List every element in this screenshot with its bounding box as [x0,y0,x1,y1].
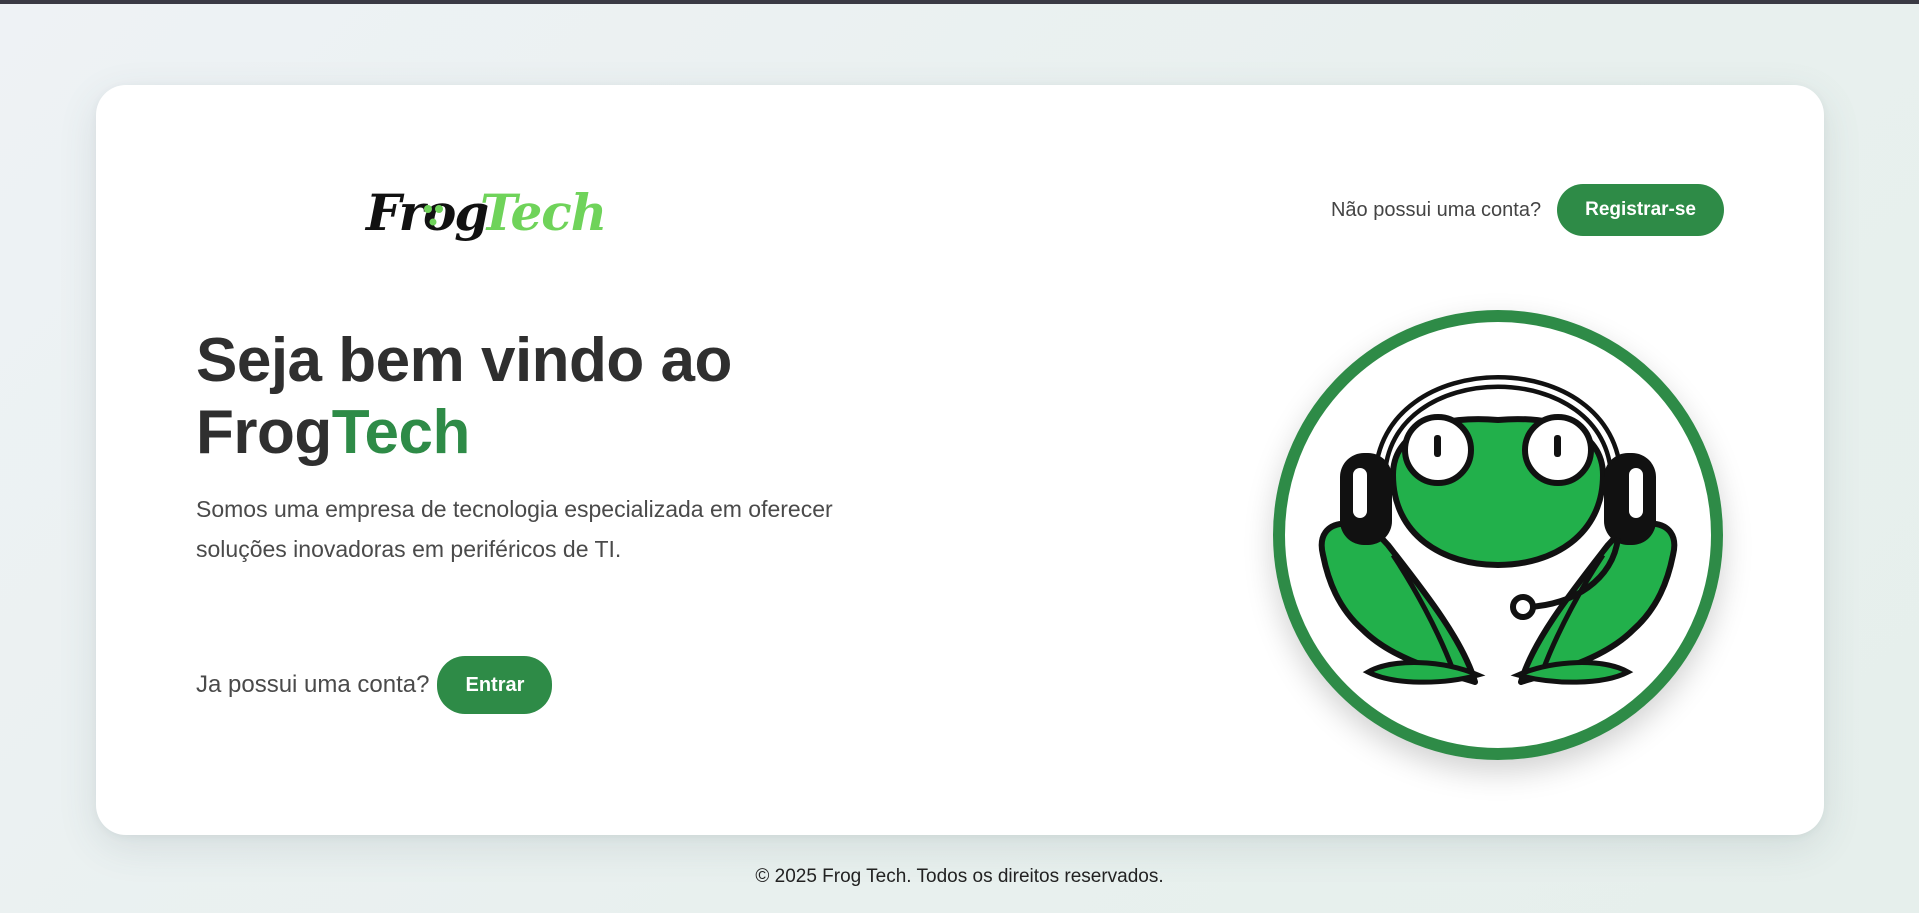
welcome-card: Frog Tech Não possui uma conta? Registra… [96,85,1824,835]
login-button[interactable]: Entrar [437,656,553,714]
frogtech-logo[interactable]: Frog Tech [336,175,636,245]
register-prompt: Não possui uma conta? [1330,198,1542,221]
logo-text-tech: Tech [480,183,606,242]
title-line-1: Seja bem vindo ao [196,326,732,395]
register-area: Não possui uma conta? Registrar-se [1331,184,1724,236]
login-area: Ja possui uma conta? Entrar [196,656,553,714]
footer-copyright: © 2025 Frog Tech. Todos os direitos rese… [755,866,1164,887]
login-prompt: Ja possui uma conta? [196,671,430,698]
page-title: Seja bem vindo ao FrogTech [196,325,732,469]
window-top-strip [0,0,1919,4]
company-description: Somos uma empresa de tecnologia especial… [196,496,833,562]
frog-mascot-image [1273,310,1723,760]
frog-headset-icon [1273,310,1723,760]
register-button[interactable]: Registrar-se [1557,184,1724,236]
title-brand-frog: Frog [196,398,332,467]
title-brand-tech: Tech [331,398,471,467]
